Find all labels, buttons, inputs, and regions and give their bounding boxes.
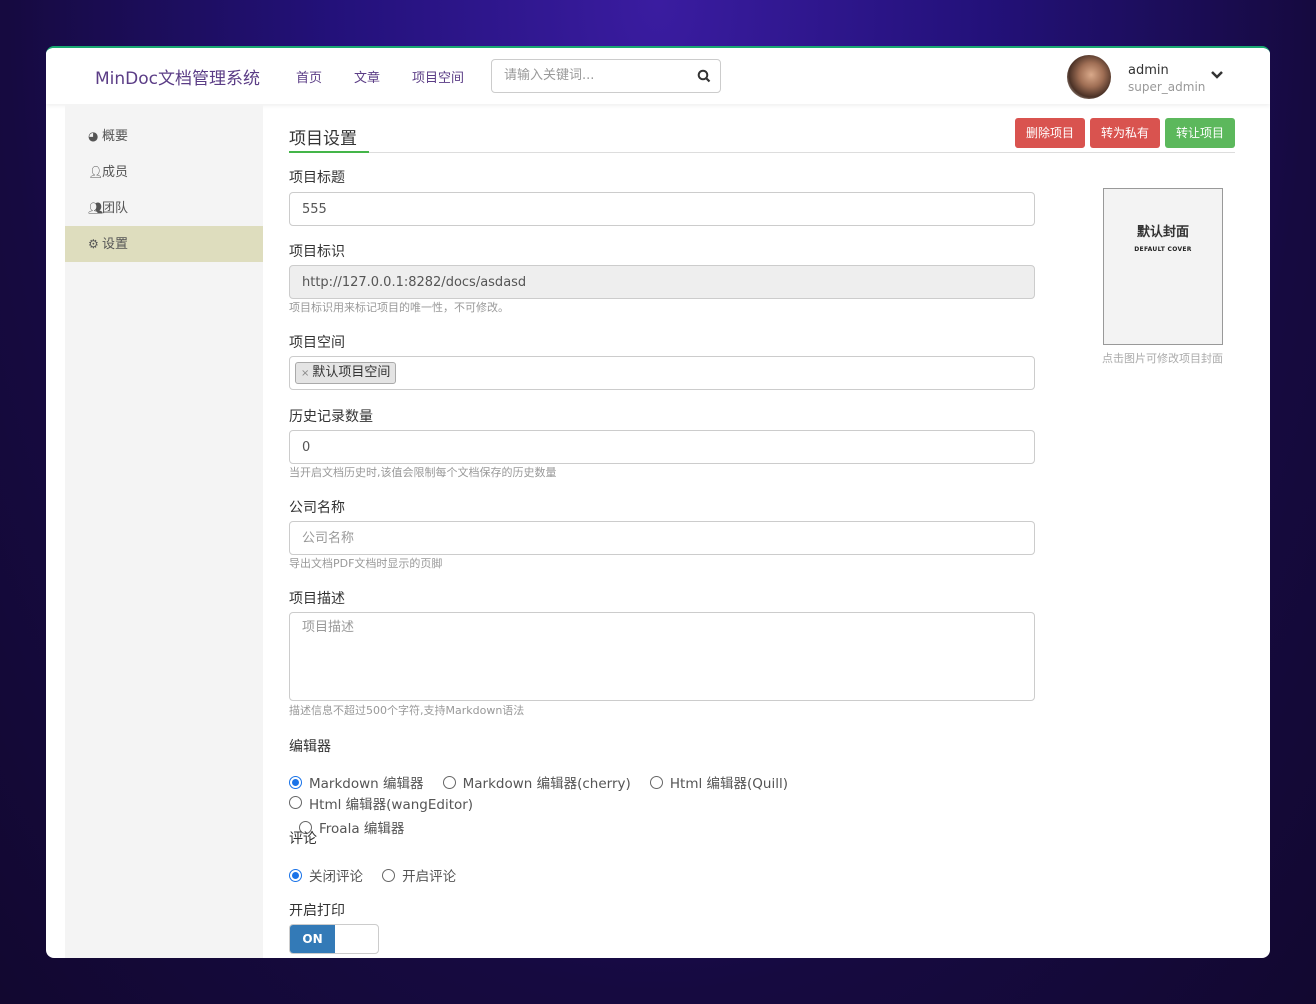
users-icon: 👥︎ [88, 201, 104, 215]
editor-option-cherry[interactable]: Markdown 编辑器(cherry) [442, 772, 631, 792]
comment-radio-group: 关闭评论 开启评论 [289, 865, 470, 886]
page-title: 项目设置 [289, 129, 357, 149]
cover-title-cn: 默认封面 [1136, 225, 1189, 240]
toggle-on-label: ON [290, 925, 335, 953]
sidebar-item-label: 概要 [102, 129, 129, 144]
title-underline [289, 151, 369, 153]
option-label: Markdown 编辑器 [309, 776, 424, 792]
option-label: 开启评论 [402, 869, 457, 885]
nav-home[interactable]: 首页 [296, 67, 322, 86]
nav-project-space[interactable]: 项目空间 [412, 67, 464, 86]
history-count-input[interactable] [289, 430, 1035, 464]
description-help: 描述信息不超过500个字符,支持Markdown语法 [289, 704, 525, 717]
option-label: 关闭评论 [309, 869, 363, 885]
chevron-down-icon[interactable] [1210, 70, 1224, 80]
delete-project-button[interactable]: 删除项目 [1015, 118, 1085, 148]
company-name-input[interactable] [289, 521, 1035, 555]
search-input[interactable] [504, 68, 684, 83]
project-identify-help: 项目标识用来标记项目的唯一性，不可修改。 [289, 301, 509, 314]
cover-title-en: DEFAULT COVER [1134, 246, 1192, 253]
gear-icon: ⚙ [88, 237, 99, 251]
user-avatar[interactable] [1067, 55, 1111, 99]
editor-label: 编辑器 [289, 739, 331, 755]
company-name-help: 导出文档PDF文档时显示的页脚 [289, 557, 443, 570]
sidebar-item-members[interactable]: 👤︎成员 [65, 154, 263, 190]
search-box [491, 59, 721, 93]
comment-label: 评论 [289, 831, 317, 847]
space-tag: × 默认项目空间 [295, 362, 397, 384]
project-title-label: 项目标题 [289, 170, 345, 186]
make-private-button[interactable]: 转为私有 [1090, 118, 1160, 148]
radio[interactable] [442, 775, 456, 789]
sidebar-item-overview[interactable]: ◕ 概要 [65, 118, 263, 154]
user-role: super_admin [1128, 80, 1206, 94]
remove-tag-icon[interactable]: × [301, 368, 309, 379]
nav-articles[interactable]: 文章 [354, 67, 380, 86]
title-divider [289, 152, 1235, 153]
sidebar-item-settings[interactable]: ⚙ 设置 [65, 226, 263, 262]
print-label: 开启打印 [289, 903, 345, 919]
history-count-help: 当开启文档历史时,该值会限制每个文档保存的历史数量 [289, 466, 557, 479]
option-label: Html 编辑器(Quill) [669, 776, 788, 792]
sidebar-item-label: 设置 [102, 237, 129, 252]
company-name-label: 公司名称 [289, 500, 345, 516]
editor-option-markdown[interactable]: Markdown 编辑器 [289, 772, 424, 792]
app-window: MinDoc文档管理系统 首页 文章 项目空间 admin super_admi… [46, 46, 1270, 958]
transfer-project-button[interactable]: 转让项目 [1165, 118, 1235, 148]
editor-radio-group: Markdown 编辑器 Markdown 编辑器(cherry) Html 编… [289, 772, 989, 838]
user-name[interactable]: admin [1128, 63, 1169, 78]
radio[interactable] [649, 775, 663, 789]
sidebar-item-label: 团队 [102, 201, 129, 216]
project-space-label: 项目空间 [289, 335, 345, 351]
option-label: Markdown 编辑器(cherry) [462, 776, 631, 792]
cover-caption: 点击图片可修改项目封面 [1102, 352, 1223, 365]
history-count-label: 历史记录数量 [289, 409, 373, 425]
sidebar: ◕ 概要 👤︎成员 👥︎团队 ⚙ 设置 [65, 104, 263, 958]
radio[interactable] [382, 868, 396, 882]
project-identify-label: 项目标识 [289, 244, 345, 260]
project-cover-image[interactable]: 默认封面 DEFAULT COVER [1103, 188, 1223, 345]
description-label: 项目描述 [289, 591, 345, 607]
brand-logo[interactable]: MinDoc文档管理系统 [95, 64, 260, 89]
editor-option-quill[interactable]: Html 编辑器(Quill) [649, 772, 788, 792]
project-identify-input[interactable] [289, 265, 1035, 299]
search-icon[interactable] [697, 69, 711, 83]
print-toggle[interactable]: ON [289, 924, 379, 954]
project-title-input[interactable] [289, 192, 1035, 226]
radio-checked[interactable] [289, 868, 302, 882]
option-label: Froala 编辑器 [319, 821, 405, 837]
top-navbar: MinDoc文档管理系统 首页 文章 项目空间 admin super_admi… [46, 48, 1270, 104]
option-label: Html 编辑器(wangEditor) [309, 796, 474, 813]
space-tag-label: 默认项目空间 [312, 365, 391, 380]
sidebar-item-label: 成员 [102, 165, 129, 180]
editor-option-wangeditor[interactable]: Html 编辑器(wangEditor) [289, 793, 473, 813]
user-icon: 👤︎ [88, 165, 104, 179]
radio[interactable] [289, 796, 302, 809]
radio-checked[interactable] [289, 775, 302, 789]
description-textarea[interactable] [289, 612, 1035, 701]
comment-option-open[interactable]: 开启评论 [382, 865, 456, 885]
comment-option-closed[interactable]: 关闭评论 [289, 865, 363, 885]
sidebar-item-teams[interactable]: 👥︎团队 [65, 190, 263, 226]
project-space-select[interactable]: × 默认项目空间 [289, 356, 1035, 390]
dashboard-icon: ◕ [88, 129, 99, 143]
